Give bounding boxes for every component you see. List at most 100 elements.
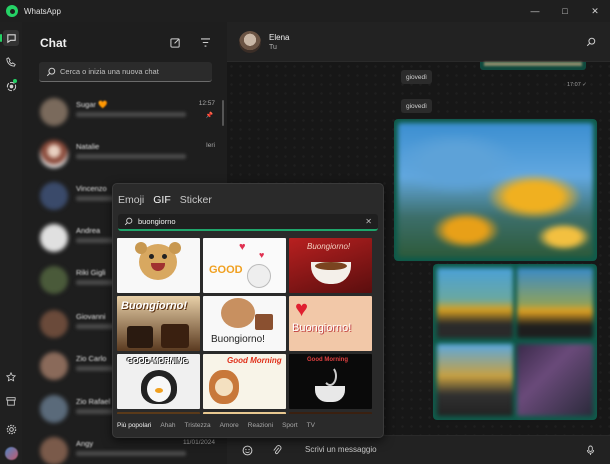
gif-caption: Buongiorno! bbox=[292, 322, 352, 334]
new-chat-icon[interactable] bbox=[170, 37, 181, 48]
gif-caption: Good Morning bbox=[227, 356, 282, 365]
conversation-header[interactable]: Elena Tu bbox=[227, 22, 610, 62]
gif-caption: Buongiorno! bbox=[307, 242, 351, 251]
album-photo bbox=[437, 344, 513, 416]
chat-search-box[interactable]: Cerca o inizia una nuova chat bbox=[39, 62, 212, 82]
microphone-icon[interactable] bbox=[584, 444, 596, 456]
avatar bbox=[40, 266, 68, 294]
calls-icon[interactable] bbox=[3, 54, 19, 70]
category-tristezza[interactable]: Tristezza bbox=[185, 422, 211, 429]
gif-grid: ♥ ♥ GOOD Buongiorno! Buongiorno! Buongio… bbox=[117, 238, 372, 414]
chat-name: Giovanni bbox=[76, 312, 106, 321]
chat-item[interactable]: Sugar 🧡 12:57 📌 bbox=[38, 94, 221, 130]
message-composer: Scrivi un messaggio bbox=[227, 435, 610, 464]
gif-result[interactable] bbox=[117, 238, 200, 293]
avatar bbox=[40, 310, 68, 338]
maximize-button[interactable]: □ bbox=[550, 0, 580, 22]
tab-emoji[interactable]: Emoji bbox=[118, 194, 144, 206]
category-tv[interactable]: TV bbox=[307, 422, 315, 429]
gif-search-box[interactable]: ✕ bbox=[118, 214, 378, 231]
avatar bbox=[40, 437, 68, 464]
search-icon bbox=[46, 67, 56, 76]
tab-gif[interactable]: GIF bbox=[153, 194, 171, 206]
window-controls: — □ ✕ bbox=[520, 0, 610, 22]
message-bubble[interactable] bbox=[480, 62, 586, 70]
album-photo bbox=[437, 268, 513, 338]
chat-list-title: Chat bbox=[40, 36, 67, 50]
chat-time: 12:57 bbox=[198, 100, 215, 107]
attach-icon[interactable] bbox=[271, 444, 283, 456]
category-reazioni[interactable]: Reazioni bbox=[248, 422, 273, 429]
album-message[interactable] bbox=[433, 264, 597, 420]
title-bar: WhatsApp — □ ✕ bbox=[0, 0, 610, 22]
day-label: giovedì bbox=[401, 70, 432, 84]
message-input[interactable]: Scrivi un messaggio bbox=[305, 445, 377, 454]
photo-message[interactable] bbox=[394, 119, 597, 261]
search-icon[interactable] bbox=[586, 37, 596, 47]
gif-picker-panel: Emoji GIF Sticker ✕ ♥ ♥ GOOD Buongiorno! bbox=[112, 183, 384, 438]
chat-list-scrollbar[interactable] bbox=[222, 100, 224, 126]
gif-result[interactable]: Good Morning bbox=[203, 354, 286, 409]
chat-name: Riki Gigli bbox=[76, 268, 106, 277]
gif-result[interactable] bbox=[289, 412, 372, 414]
gif-result[interactable] bbox=[117, 412, 200, 414]
chat-name: Zio Carlo bbox=[76, 354, 107, 363]
window-title: WhatsApp bbox=[24, 6, 61, 16]
status-dot-icon bbox=[13, 79, 17, 83]
contact-subtitle: Tu bbox=[269, 44, 277, 51]
gif-search-input[interactable] bbox=[138, 217, 358, 226]
gif-result[interactable] bbox=[203, 412, 286, 414]
gif-caption: Buongiorno! bbox=[121, 300, 187, 312]
category-sport[interactable]: Sport bbox=[282, 422, 298, 429]
emoji-icon[interactable] bbox=[241, 444, 253, 456]
chat-time: 11/01/2024 bbox=[182, 439, 215, 446]
avatar bbox=[40, 224, 68, 252]
chat-item[interactable]: Natalie Ieri bbox=[38, 136, 221, 172]
gif-result[interactable]: Buongiorno! bbox=[289, 238, 372, 293]
gif-result[interactable]: Good Morning bbox=[289, 354, 372, 409]
chat-search-input[interactable]: Cerca o inizia una nuova chat bbox=[60, 67, 159, 76]
contact-avatar[interactable] bbox=[239, 31, 261, 53]
gif-caption: Buongiorno! bbox=[211, 334, 265, 345]
chat-name: Natalie bbox=[76, 142, 100, 151]
chat-name: Angy bbox=[76, 439, 94, 448]
gif-result[interactable]: GOOD MORNING bbox=[117, 354, 200, 409]
avatar bbox=[40, 352, 68, 380]
album-photo bbox=[517, 268, 593, 338]
minimize-button[interactable]: — bbox=[520, 0, 550, 22]
close-button[interactable]: ✕ bbox=[580, 0, 610, 22]
avatar bbox=[40, 182, 68, 210]
search-icon bbox=[124, 217, 133, 226]
album-photo bbox=[517, 344, 593, 416]
gif-categories: Più popolari Ahah Tristezza Amore Reazio… bbox=[117, 422, 315, 429]
category-popular[interactable]: Più popolari bbox=[117, 422, 151, 429]
chat-preview bbox=[76, 112, 186, 117]
contact-name: Elena bbox=[269, 33, 290, 42]
category-ahah[interactable]: Ahah bbox=[160, 422, 175, 429]
profile-icon[interactable] bbox=[3, 445, 19, 461]
chat-name: Andrea bbox=[76, 226, 101, 235]
chat-preview bbox=[76, 451, 186, 456]
gif-caption: GOOD MORNING bbox=[127, 356, 189, 365]
avatar bbox=[40, 98, 68, 126]
gif-result[interactable]: ♥ ♥ GOOD bbox=[203, 238, 286, 293]
filter-icon[interactable] bbox=[200, 38, 211, 47]
avatar bbox=[40, 140, 68, 168]
chat-preview bbox=[76, 154, 186, 159]
gif-caption: Good Morning bbox=[307, 357, 348, 363]
pin-icon: 📌 bbox=[205, 113, 213, 119]
flower-photo bbox=[398, 123, 593, 257]
day-label: giovedì bbox=[401, 99, 432, 113]
chat-name: Zio Rafael bbox=[76, 397, 111, 406]
clear-search-icon[interactable]: ✕ bbox=[365, 217, 372, 226]
gif-result[interactable]: ♥ Buongiorno! bbox=[289, 296, 372, 351]
tab-sticker[interactable]: Sticker bbox=[180, 194, 212, 206]
gif-result[interactable]: Buongiorno! bbox=[117, 296, 200, 351]
gif-result[interactable]: Buongiorno! bbox=[203, 296, 286, 351]
chats-icon[interactable] bbox=[0, 30, 19, 46]
settings-icon[interactable] bbox=[3, 421, 19, 437]
category-amore[interactable]: Amore bbox=[220, 422, 239, 429]
archive-icon[interactable] bbox=[3, 393, 19, 409]
status-icon[interactable] bbox=[3, 78, 19, 94]
starred-icon[interactable] bbox=[3, 369, 19, 385]
